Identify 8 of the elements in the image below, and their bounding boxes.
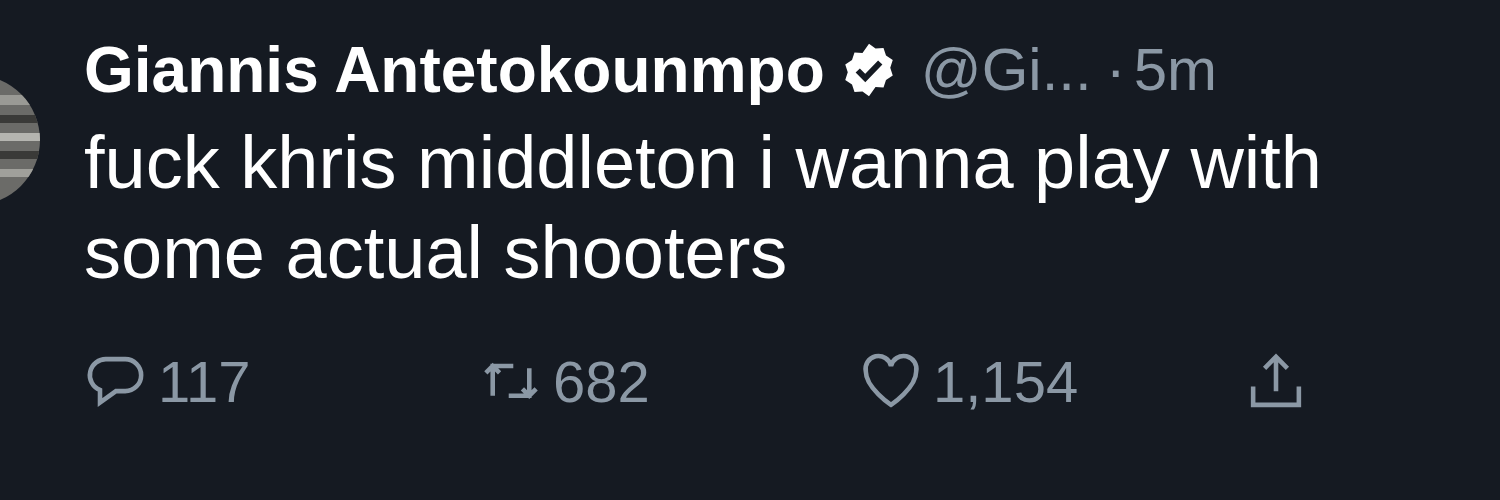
- reply-count: 117: [158, 348, 251, 416]
- author-handle[interactable]: @Gi...: [920, 25, 1092, 115]
- author-name[interactable]: Giannis Antetokounmpo: [84, 22, 825, 118]
- separator: ·: [1105, 35, 1126, 105]
- like-count: 1,154: [933, 348, 1079, 416]
- retweet-count: 682: [553, 348, 650, 416]
- timestamp[interactable]: 5m: [1133, 25, 1217, 115]
- tweet-text: fuck khris middleton i wanna play with some actual shooters: [84, 120, 1324, 296]
